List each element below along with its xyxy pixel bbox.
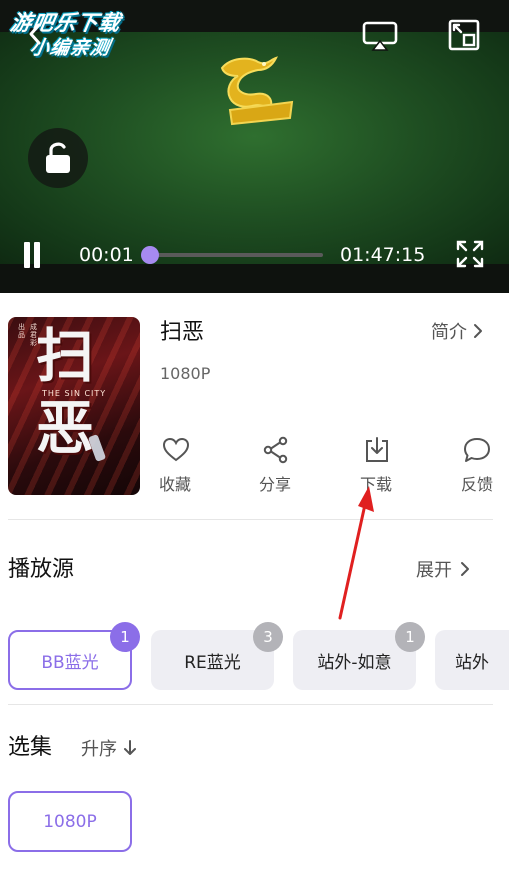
share-label: 分享	[258, 475, 291, 494]
source-chip-label: BB蓝光	[41, 652, 99, 673]
favorite-label: 收藏	[158, 475, 191, 494]
poster-title-char-2: 恶	[36, 394, 95, 462]
feedback-icon	[464, 438, 490, 462]
share-button[interactable]: 分享	[245, 436, 305, 496]
player-control-bar	[0, 264, 509, 293]
source-badge: 3	[253, 622, 283, 652]
watermark-line-2: 小编亲测	[28, 37, 113, 59]
download-button[interactable]: 下载	[346, 436, 406, 496]
sort-label: 升序	[81, 739, 117, 760]
download-icon	[366, 437, 388, 462]
chevron-right-icon	[474, 324, 482, 338]
feedback-label: 反馈	[460, 475, 493, 494]
screen-lock-button[interactable]	[28, 128, 88, 188]
chevron-right-icon	[461, 562, 469, 576]
favorite-button[interactable]: 收藏	[145, 436, 205, 496]
episode-chip[interactable]: 1080P	[8, 791, 132, 852]
heart-icon	[162, 437, 190, 462]
source-badge: 1	[110, 622, 140, 652]
source-badge: 1	[395, 622, 425, 652]
current-time: 00:01	[79, 244, 134, 266]
source-chip-label: 站外	[455, 652, 489, 673]
poster-small-text-1: 出品	[18, 323, 25, 339]
progress-thumb[interactable]	[141, 246, 159, 264]
expand-sources-link[interactable]: 展开	[416, 556, 470, 582]
movie-title: 扫恶	[160, 320, 205, 345]
intro-link[interactable]: 简介	[431, 318, 483, 344]
feedback-button[interactable]: 反馈	[447, 436, 507, 496]
download-label: 下载	[359, 475, 392, 494]
arrow-down-icon	[124, 740, 136, 755]
expand-label: 展开	[416, 560, 452, 581]
movie-poster[interactable]: 出品 成君彩 扫 THE SIN CITY 恶	[8, 317, 140, 495]
back-icon[interactable]	[26, 22, 44, 46]
picture-in-picture-icon[interactable]	[448, 18, 480, 52]
episodes-title: 选集	[8, 735, 53, 760]
sort-order-toggle[interactable]: 升序	[81, 736, 137, 760]
video-player[interactable]: 游吧乐下载 小编亲测 00:01 01:47:15	[0, 0, 509, 293]
unlock-icon	[46, 142, 70, 173]
fullscreen-icon[interactable]	[455, 239, 485, 269]
intro-label: 简介	[431, 322, 467, 343]
annotation-arrow	[338, 486, 374, 620]
source-chip-external[interactable]: 站外	[435, 630, 509, 690]
dragon-logo-art	[220, 56, 294, 126]
total-time: 01:47:15	[340, 244, 426, 266]
episode-chip-label: 1080P	[43, 811, 97, 832]
share-icon	[263, 436, 288, 464]
divider	[8, 704, 493, 705]
divider	[8, 519, 493, 520]
pause-icon[interactable]	[22, 242, 42, 268]
source-chip-label: RE蓝光	[184, 652, 241, 673]
movie-quality: 1080P	[160, 364, 211, 383]
screen-cast-icon[interactable]	[362, 20, 398, 52]
source-chip-label: 站外-如意	[317, 652, 392, 673]
play-source-title: 播放源	[8, 557, 75, 582]
poster-title-char-1: 扫	[36, 322, 95, 390]
progress-bar[interactable]	[147, 253, 323, 257]
